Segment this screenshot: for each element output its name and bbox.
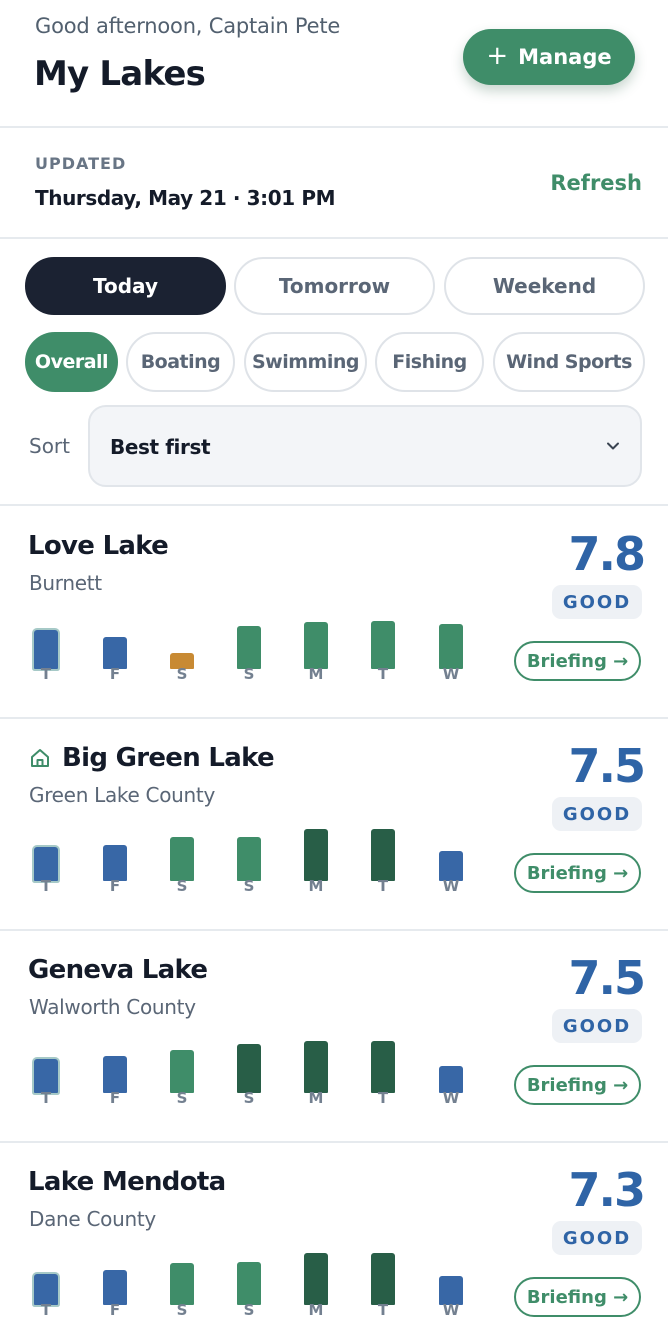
day-label: S [243,665,255,683]
day-label: T [377,665,389,683]
day-label: F [109,1301,121,1319]
day-label: S [176,1089,188,1107]
forecast-bar [103,845,127,881]
tab-overall[interactable]: Overall [25,332,118,392]
tab-swimming[interactable]: Swimming [244,332,367,392]
day-label: M [308,877,324,895]
forecast-bar [304,1253,328,1305]
day-label: F [109,1089,121,1107]
day-label: T [377,877,389,895]
forecast-bar [237,1262,261,1305]
header: Good afternoon, Captain Pete My Lakes + … [0,0,668,128]
chevron-down-icon [607,442,619,450]
forecast-bar [170,1050,194,1093]
tab-tomorrow[interactable]: Tomorrow [234,257,435,315]
lake-card[interactable]: Lake Mendota Dane County 7.3 GOOD T F S S M T W Bri… [0,1143,668,1334]
forecast-bar [304,622,328,669]
briefing-button[interactable]: Briefing → [514,853,641,893]
updated-time: Thursday, May 21 · 3:01 PM [35,186,336,210]
day-label: T [40,1301,52,1319]
forecast-bar [304,829,328,881]
tab-today[interactable]: Today [25,257,226,315]
lake-card[interactable]: Geneva Lake Walworth County 7.5 GOOD T F S S M T W… [0,931,668,1143]
day-label: F [109,665,121,683]
forecast-bar [170,1263,194,1305]
day-label: T [377,1301,389,1319]
day-label: S [176,877,188,895]
day-label: T [40,1089,52,1107]
forecast-bar [103,1270,127,1305]
sort-select[interactable]: Best first [88,405,642,487]
manage-button-label: Manage [518,45,612,69]
day-label: W [442,877,460,895]
forecast-bar [371,1253,395,1305]
forecast-bar [170,837,194,881]
forecast-bar [237,837,261,881]
lake-score: 7.5 [568,951,646,1005]
rating-badge: GOOD [552,585,642,619]
day-label: S [176,665,188,683]
tab-weekend[interactable]: Weekend [444,257,645,315]
day-label: M [308,1089,324,1107]
forecast-bar [439,624,463,669]
refresh-link[interactable]: Refresh [550,171,642,195]
forecast-bar [371,621,395,669]
forecast-bars: TFSSMTW [0,1143,500,1334]
day-label: T [40,665,52,683]
forecast-bar [237,626,261,669]
sort-value: Best first [110,435,211,459]
briefing-button[interactable]: Briefing → [514,1065,641,1105]
plus-icon: + [486,41,509,71]
day-label: W [442,1301,460,1319]
updated-label: UPDATED [35,154,127,173]
day-label: F [109,877,121,895]
lake-score: 7.3 [568,1163,646,1217]
forecast-bar [34,1059,58,1093]
rating-badge: GOOD [552,797,642,831]
day-label: T [40,877,52,895]
sort-label: Sort [29,434,70,458]
tab-fishing[interactable]: Fishing [375,332,484,392]
day-label: W [442,665,460,683]
lake-card[interactable]: Big Green Lake Green Lake County 7.5 GOOD T F… [0,719,668,931]
lake-card[interactable]: Love Lake Burnett 7.8 GOOD T F S S M T W Briefing → [0,507,668,719]
greeting: Good afternoon, Captain Pete [35,14,341,38]
forecast-bar [304,1041,328,1093]
page-title: My Lakes [34,54,206,94]
forecast-bars: TFSSMTW [0,507,500,719]
tab-boating[interactable]: Boating [126,332,235,392]
day-label: M [308,665,324,683]
day-label: S [243,1301,255,1319]
briefing-button[interactable]: Briefing → [514,1277,641,1317]
briefing-button[interactable]: Briefing → [514,641,641,681]
manage-button[interactable]: + Manage [463,29,635,85]
updated-bar: UPDATED Thursday, May 21 · 3:01 PM Refre… [0,129,668,239]
filter-controls: Today Tomorrow Weekend Overall Boating S… [0,240,668,506]
forecast-bar [371,1041,395,1093]
tab-wind-sports[interactable]: Wind Sports [493,332,645,392]
day-label: S [243,877,255,895]
day-label: W [442,1089,460,1107]
lake-score: 7.5 [568,739,646,793]
day-label: M [308,1301,324,1319]
forecast-bars: TFSSMTW [0,931,500,1143]
day-label: S [243,1089,255,1107]
day-label: S [176,1301,188,1319]
forecast-bar [237,1044,261,1093]
forecast-bar [103,1056,127,1093]
forecast-bar [371,829,395,881]
forecast-bar [34,847,58,881]
forecast-bars: TFSSMTW [0,719,500,931]
lake-score: 7.8 [568,527,646,581]
rating-badge: GOOD [552,1221,642,1255]
rating-badge: GOOD [552,1009,642,1043]
day-label: T [377,1089,389,1107]
forecast-bar [34,630,58,669]
